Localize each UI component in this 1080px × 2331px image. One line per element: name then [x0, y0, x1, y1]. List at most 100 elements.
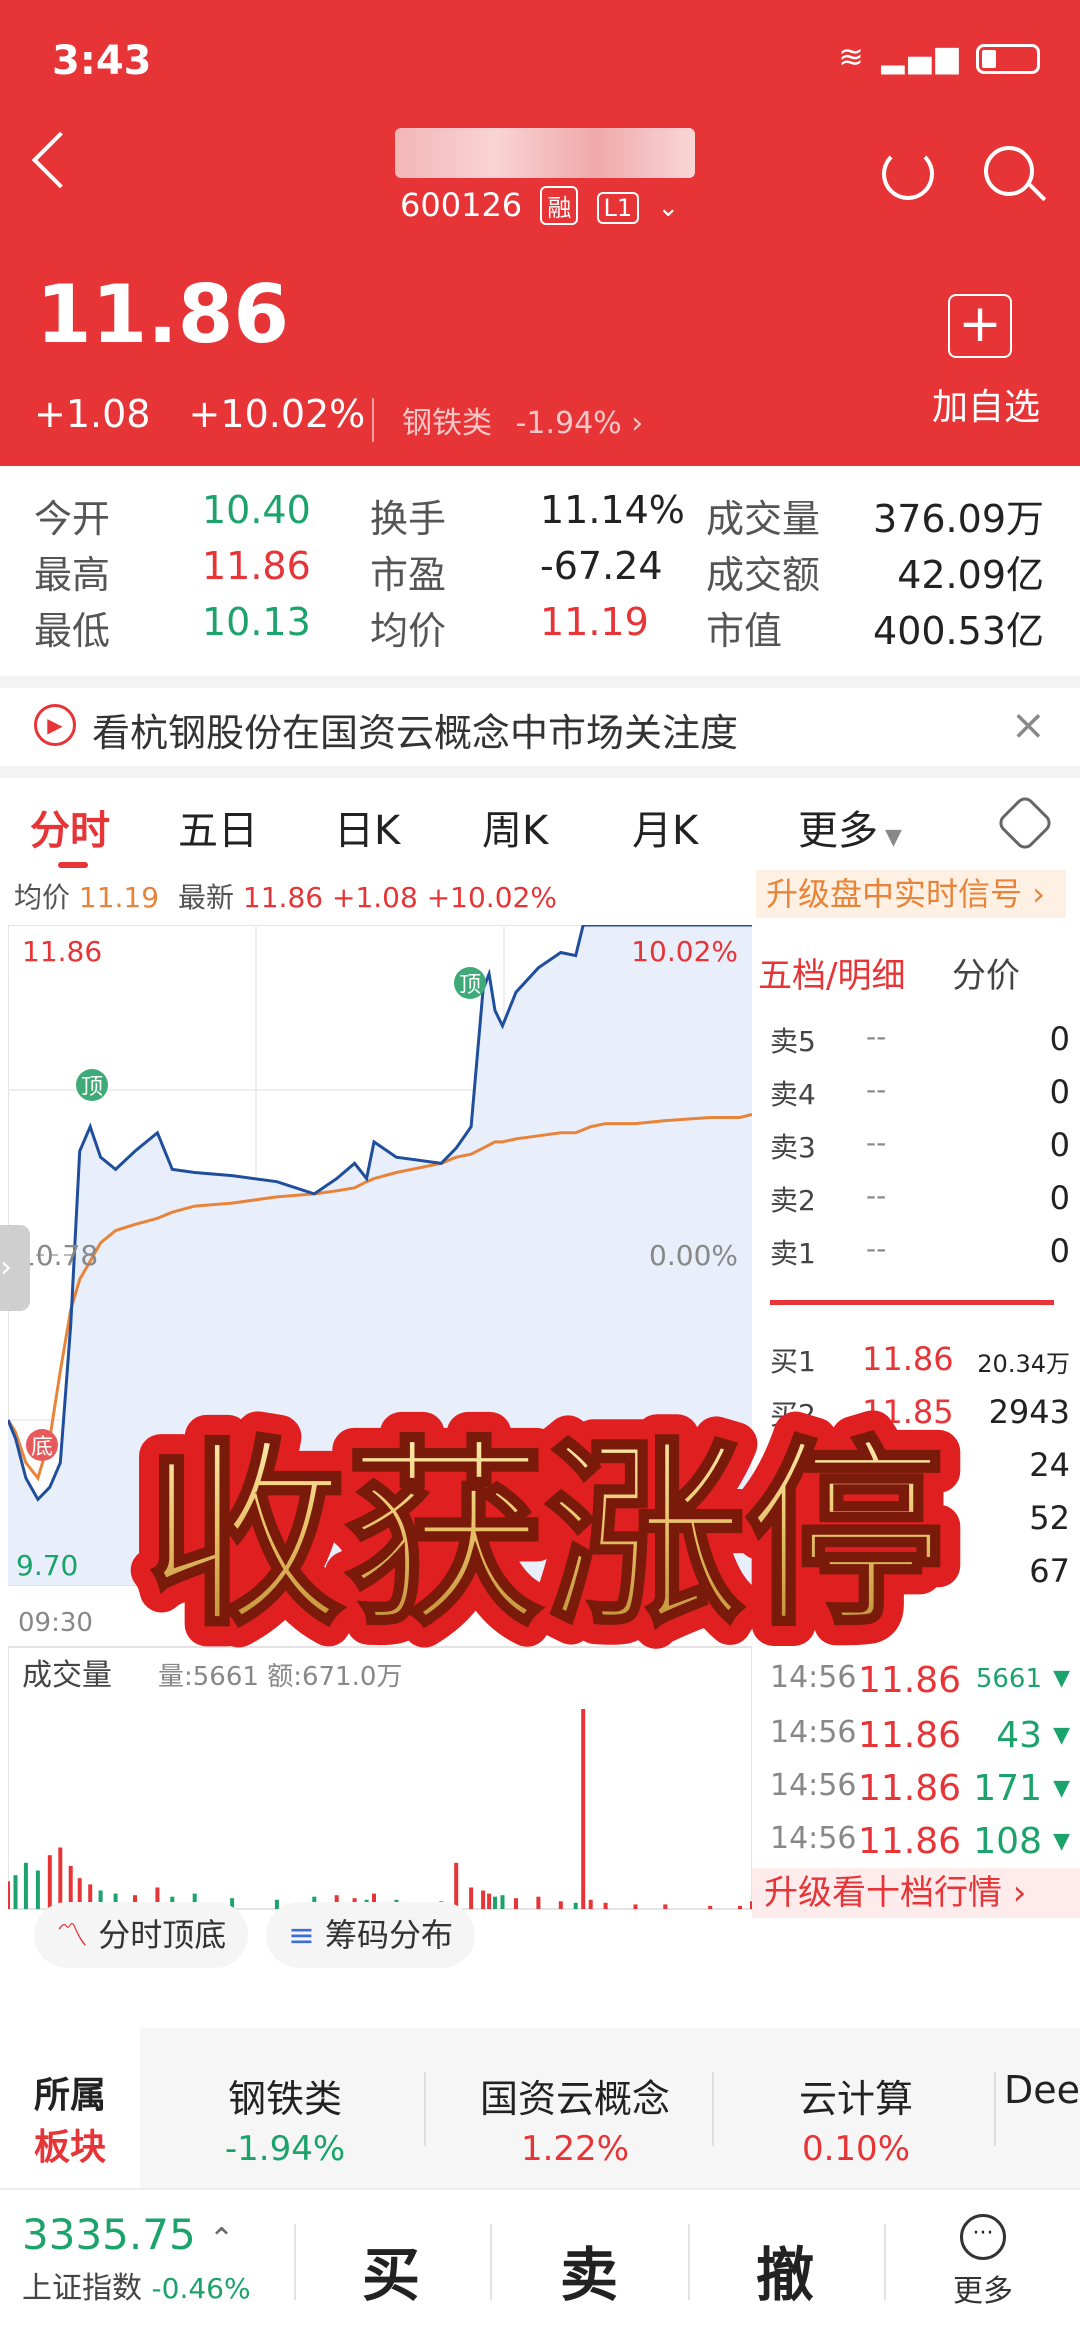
upgrade-signal-button[interactable]: 升级盘中实时信号 › — [756, 870, 1066, 918]
sector-item[interactable]: 国资云概念 1.22% — [440, 2068, 710, 2169]
upgrade-ten-level-button[interactable]: 升级看十档行情 › — [752, 1868, 1080, 1918]
y-bottom-label: 9.70 — [16, 1549, 78, 1582]
level-tag: L1 — [596, 192, 640, 224]
refresh-icon[interactable] — [882, 148, 934, 200]
status-time: 3:43 — [52, 38, 152, 84]
wifi-icon: ≋ — [838, 40, 868, 75]
stock-code-row[interactable]: 600126 融 L1 ⌄ — [400, 186, 679, 225]
stock-name-blurred — [395, 128, 695, 178]
play-icon: ▶ — [34, 704, 76, 746]
stat-value: 400.53亿 — [873, 609, 1044, 653]
attention-banner[interactable]: ▶ 看杭钢股份在国资云概念中市场关注度 × — [0, 676, 1080, 766]
tick-price: 11.86 — [858, 1821, 962, 1862]
more-label: 更多 — [953, 2274, 1013, 2309]
close-icon[interactable]: × — [1011, 700, 1046, 749]
pct-mid-label: 0.00% — [649, 1239, 738, 1272]
intraday-top-bottom-chip[interactable]: 〽 分时顶底 — [34, 1902, 249, 1968]
stat-value: 10.40 — [202, 488, 311, 532]
tick-time: 14:56 — [770, 1768, 857, 1803]
avg-value: 11.19 — [78, 881, 160, 914]
sector-item[interactable]: 钢铁类 -1.94% — [170, 2068, 400, 2169]
tab-month-k[interactable]: 月K — [632, 798, 698, 856]
sector-item-change: -1.94% — [224, 2129, 346, 2169]
bottom-marker: 底 — [26, 1429, 58, 1461]
chevron-right-icon: › — [631, 406, 644, 441]
chip-distribution-chip[interactable]: ≡ 筹码分布 — [266, 1902, 475, 1968]
volume-bar — [500, 1895, 505, 1909]
volume-bar — [487, 1893, 492, 1909]
tab-week-k[interactable]: 周K — [482, 798, 548, 856]
sector-name: 钢铁类 — [402, 406, 492, 441]
battery-icon — [976, 43, 1040, 74]
stat-label: 最低 — [34, 609, 111, 653]
tick-qty: 171 — [973, 1768, 1042, 1809]
index-name: 上证指数 — [22, 2271, 142, 2306]
sector-item-name: 国资云概念 — [479, 2077, 670, 2121]
sector-item[interactable]: Dee — [1004, 2068, 1080, 2112]
stat-value: 11.14% — [540, 488, 685, 532]
change-row: +1.08 +10.02% — [34, 392, 365, 436]
buy-button[interactable]: 买 — [362, 2228, 420, 2312]
avg-info: 均价 11.19 最新 11.86 +1.08 +10.02% — [14, 876, 557, 916]
tick-qty: 43 — [996, 1715, 1042, 1756]
add-watchlist-button[interactable]: + — [948, 294, 1012, 358]
tab-five-day[interactable]: 五日 — [178, 798, 258, 856]
tab-day-k[interactable]: 日K — [334, 798, 400, 856]
top-marker: 顶 — [76, 1069, 108, 1101]
quote-stats: 今开 10.40 最高 11.86 最低 10.13 换手 11.14% 市盈 … — [0, 466, 1080, 666]
back-icon[interactable] — [31, 131, 89, 189]
expand-handle[interactable]: › — [0, 1225, 30, 1311]
sell-button[interactable]: 卖 — [560, 2228, 618, 2312]
volume-bar — [536, 1896, 541, 1909]
tick-row: 14:56 11.86 108 ▼ — [770, 1821, 1070, 1862]
tick-qty: 108 — [973, 1821, 1042, 1862]
cancel-order-button[interactable]: 撤 — [756, 2228, 814, 2312]
sector-heading-bottom: 板块 — [33, 2127, 106, 2168]
current-price: 11.86 — [36, 268, 290, 361]
bid-qty: 52 — [1029, 1499, 1070, 1537]
pct-top-label: 10.02% — [631, 935, 738, 968]
volume-bar — [603, 1902, 608, 1909]
stock-code: 600126 — [400, 186, 523, 224]
bid-qty: 24 — [1029, 1446, 1070, 1484]
volume-bar — [35, 1870, 40, 1909]
stat-value: 10.13 — [202, 600, 311, 644]
ask-row: 卖2 -- 0 — [770, 1179, 1070, 1219]
volume-bar — [514, 1898, 518, 1909]
add-watchlist-label[interactable]: 加自选 — [932, 378, 1040, 430]
top-marker: 顶 — [454, 967, 486, 999]
volume-bar — [454, 1862, 459, 1909]
settings-icon[interactable] — [995, 793, 1055, 853]
tab-intraday[interactable]: 分时 — [30, 798, 110, 856]
top-marker-label: 顶 — [459, 973, 481, 998]
search-icon[interactable] — [984, 146, 1034, 196]
bid-qty: 67 — [1029, 1552, 1070, 1590]
order-book-title[interactable]: 五档/明细 — [758, 948, 905, 997]
status-icons: ≋ ▂▄▆ — [839, 40, 1040, 75]
volume-bar — [13, 1875, 18, 1909]
upgrade-signal-label: 升级盘中实时信号 — [766, 875, 1023, 913]
top-marker-label: 顶 — [81, 1075, 103, 1100]
tab-more[interactable]: 更多 ▼ — [798, 798, 902, 856]
change-abs: +1.08 — [34, 392, 151, 436]
limit-up-overlay: 收获涨停 收获涨停 — [80, 1398, 1010, 1675]
stat-value: 11.19 — [540, 600, 649, 644]
ask-price: -- — [866, 1179, 887, 1212]
ask-row: 卖1 -- 0 — [770, 1232, 1070, 1272]
more-icon: ··· — [960, 2214, 1006, 2260]
chevron-down-icon: ⌄ — [657, 193, 680, 223]
sector-item[interactable]: 云计算 0.10% — [736, 2068, 976, 2169]
volume-bar — [708, 1905, 713, 1909]
latest-pct: +10.02% — [426, 881, 557, 914]
price-dist-tab[interactable]: 分价 — [952, 948, 1020, 997]
sector-link[interactable]: 钢铁类 -1.94% › — [372, 398, 643, 442]
tick-row: 14:56 11.86 43 ▼ — [770, 1715, 1070, 1756]
signal-icon: ▂▄▆ — [881, 40, 963, 75]
stat-label: 市盈 — [370, 553, 447, 597]
more-button[interactable]: ··· 更多 — [948, 2214, 1018, 2310]
volume-bar — [58, 1847, 63, 1909]
stat-value: -67.24 — [540, 544, 663, 588]
index-ticker[interactable]: 3335.75 ⌃ 上证指数 -0.46% — [22, 2210, 292, 2307]
ask-label: 卖3 — [770, 1131, 816, 1164]
index-value-row: 3335.75 ⌃ — [22, 2210, 292, 2259]
